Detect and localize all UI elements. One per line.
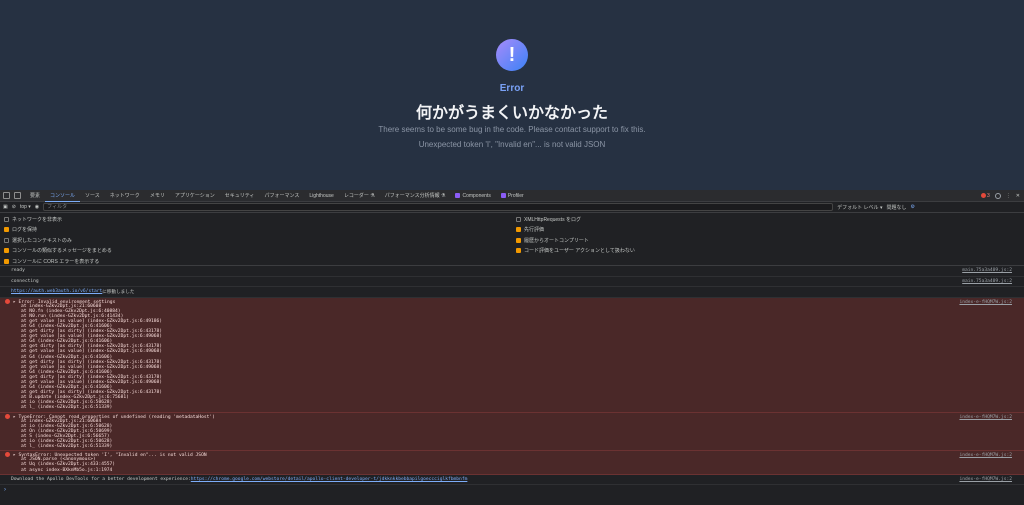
tab-2[interactable]: ソース (80, 190, 105, 202)
log-line: https://auth.web3auth.io/v6/start に移動しまし… (0, 287, 1024, 298)
error-title: 何かがうまくいかなかった (415, 105, 608, 122)
log-level-dropdown[interactable]: デフォルト レベル ▾ (837, 204, 882, 211)
checkbox-icon (516, 227, 521, 233)
close-icon[interactable]: ✕ (1016, 193, 1020, 199)
filter-input[interactable]: フィルタ (43, 203, 834, 211)
console-settings-icon[interactable]: ⚙ (910, 204, 914, 210)
checkbox-icon (516, 237, 521, 243)
setting-checkbox[interactable]: XMLHttpRequests をログ (516, 216, 581, 223)
setting-checkbox[interactable]: 先行評価 (516, 226, 544, 233)
error-message: ▸ Error: Invalid environment settings at … (0, 297, 1024, 413)
error-message: ▸ SyntaxError: Unexpected token 'I', "In… (0, 451, 1024, 475)
checkbox-icon (4, 258, 9, 264)
checkbox-icon (516, 217, 521, 222)
clear-console-icon[interactable]: ⊘ (12, 204, 16, 210)
log-line: connecting main.75a3a409.js:2 (0, 277, 1024, 287)
react-icon (500, 192, 506, 198)
error-icon (981, 193, 987, 198)
error-count-badge[interactable]: 3 (981, 193, 990, 199)
issues-button[interactable]: 問題なし (886, 204, 906, 211)
context-selector[interactable]: top ▾ (20, 204, 31, 210)
tab-1[interactable]: コンソール (45, 190, 81, 202)
tab-10[interactable]: パフォーマンス分析情報 ⚗ (380, 190, 451, 202)
react-icon (455, 192, 461, 198)
tab-6[interactable]: セキュリティ (220, 190, 260, 202)
stack-frame[interactable]: at async index-BXknMb5o.js:1:1974 (5, 468, 1012, 473)
tab-0[interactable]: 要素 (25, 190, 45, 202)
setting-checkbox[interactable]: ネットワークを非表示 (4, 216, 62, 223)
checkbox-icon (4, 217, 9, 222)
stack-frame[interactable]: at l_ (index-GZkv2Dpt.js:6:51339) (5, 405, 1012, 410)
tab-4[interactable]: メモリ (145, 190, 170, 202)
tab-7[interactable]: パフォーマンス (259, 190, 304, 202)
tab-11[interactable]: Components (450, 190, 495, 202)
console-messages: ready main.75a3a409.js:2 connecting main.75… (0, 266, 1024, 298)
setting-checkbox[interactable]: 履歴からオートコンプリート (516, 237, 589, 244)
devtools-panel: 要素 コンソール ソース ネットワーク メモリ アプリケーション セキュリティ パフォーマンス… (0, 190, 1024, 505)
checkbox-icon (4, 248, 9, 254)
setting-checkbox[interactable]: コンソールの類似するメッセージをまとめる (4, 247, 112, 254)
apollo-message: Download the Apollo DevTools for a bette… (0, 475, 1024, 486)
checkbox-icon (516, 248, 521, 254)
setting-checkbox[interactable]: コード評価をユーザー アクションとして扱わない (516, 247, 635, 254)
log-line: ready main.75a3a409.js:2 (0, 266, 1024, 277)
console-settings-pane: ネットワークを非表示 ログを保持選択したコンテキストのみコンソールの類似するメッセ… (0, 213, 1024, 266)
settings-gear-icon[interactable] (994, 192, 1001, 199)
device-toggle-icon[interactable] (14, 192, 21, 199)
error-label: Error (499, 83, 525, 94)
error-detail: Unexpected token 'I', "Invalid en"... is… (418, 140, 606, 149)
tab-8[interactable]: Lighthouse (304, 190, 338, 202)
sidebar-toggle-icon[interactable]: ▣ (3, 204, 8, 210)
more-menu-icon[interactable]: ⋮ (1006, 193, 1011, 199)
tab-5[interactable]: アプリケーション (170, 190, 220, 202)
error-icon (5, 413, 10, 419)
tab-3[interactable]: ネットワーク (105, 190, 145, 202)
error-icon (5, 298, 10, 304)
error-message: ▸ TypeError: Cannot read properties of u… (0, 412, 1024, 452)
inspect-icon[interactable] (3, 192, 10, 199)
setting-checkbox[interactable]: 選択したコンテキストのみ (4, 237, 72, 244)
error-page: ! Error 何かがうまくいかなかった There seems to be s… (0, 0, 1024, 190)
checkbox-icon (4, 227, 9, 233)
console-toolbar: ▣ ⊘ top ▾ ◉ フィルタ デフォルト レベル ▾ 問題なし ⚙ (0, 202, 1024, 213)
exclamation-icon: ! (496, 39, 528, 71)
checkbox-icon (4, 237, 9, 243)
eye-icon[interactable]: ◉ (35, 204, 39, 210)
error-description: There seems to be some bug in the code. … (378, 125, 646, 134)
devtools-tabbar: 要素 コンソール ソース ネットワーク メモリ アプリケーション セキュリティ パフォーマンス… (0, 190, 1024, 202)
setting-checkbox[interactable]: ログを保持 (4, 226, 37, 233)
setting-checkbox[interactable]: コンソールに CORS エラーを表示する (4, 258, 99, 265)
console-errors: ▸ Error: Invalid environment settings at … (0, 297, 1024, 475)
error-icon (5, 452, 10, 458)
console-prompt[interactable]: › (0, 485, 1024, 497)
stack-frame[interactable]: at l_ (index-GZkv2Dpt.js:6:51339) (5, 444, 1012, 449)
tab-12[interactable]: Profiler (496, 190, 529, 202)
tab-list: 要素 コンソール ソース ネットワーク メモリ アプリケーション セキュリティ パフォーマンス… (25, 190, 529, 202)
tab-9[interactable]: レコーダー ⚗ (339, 190, 380, 202)
